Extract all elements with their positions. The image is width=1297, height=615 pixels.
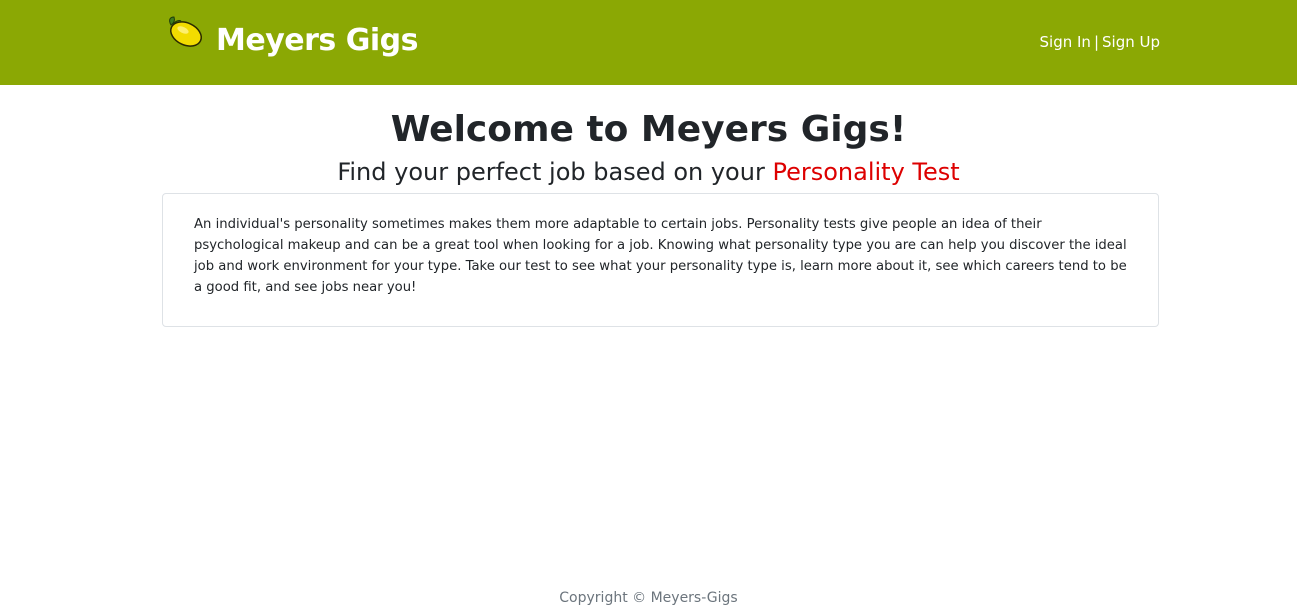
intro-card: An individual's personality sometimes ma… xyxy=(162,193,1159,327)
brand-link[interactable]: Meyers Gigs xyxy=(164,14,418,66)
subtitle-prefix: Find your perfect job based on your xyxy=(337,158,765,186)
personality-test-highlight: Personality Test xyxy=(772,158,960,186)
sign-up-link[interactable]: Sign Up xyxy=(1102,33,1160,51)
page-subtitle: Find your perfect job based on your Pers… xyxy=(0,157,1297,187)
top-navbar: Meyers Gigs Sign In | Sign Up xyxy=(0,0,1297,85)
intro-paragraph: An individual's personality sometimes ma… xyxy=(194,217,1127,295)
page-title: Welcome to Meyers Gigs! xyxy=(390,109,907,150)
auth-links: Sign In | Sign Up xyxy=(1040,32,1160,52)
footer-copyright: Copyright © Meyers-Gigs xyxy=(559,590,738,606)
brand-name: Meyers Gigs xyxy=(216,22,418,58)
auth-separator: | xyxy=(1093,33,1099,51)
lemon-icon xyxy=(169,16,202,47)
sign-in-link[interactable]: Sign In xyxy=(1040,33,1091,51)
